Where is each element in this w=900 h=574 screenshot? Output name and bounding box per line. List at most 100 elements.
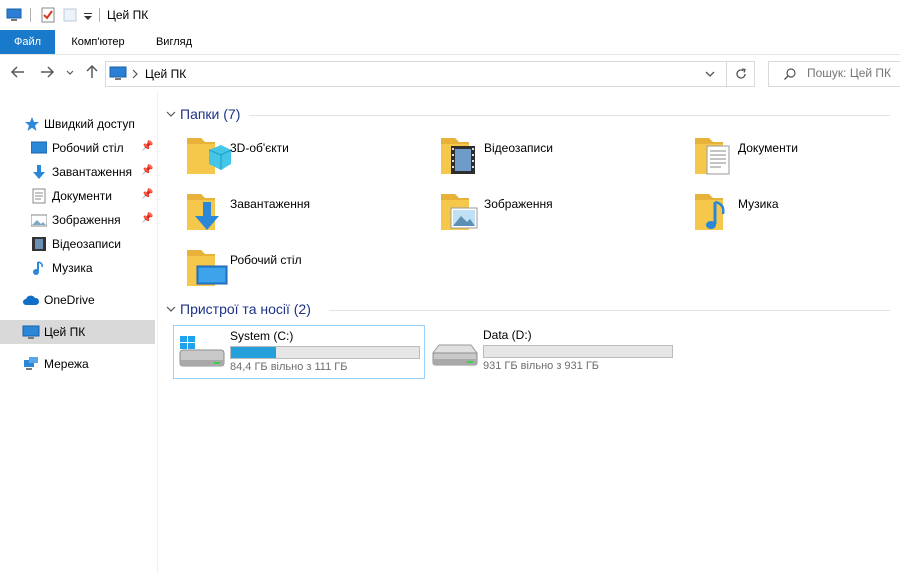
download-icon <box>33 165 45 179</box>
recent-locations-button[interactable] <box>63 64 77 82</box>
sidebar-item-label: Мережа <box>44 357 89 371</box>
sidebar-item-label: Цей ПК <box>44 325 86 339</box>
sidebar-item-label: OneDrive <box>44 293 95 307</box>
forward-button[interactable] <box>38 64 56 82</box>
search-icon <box>784 68 796 80</box>
usage-bar <box>483 345 673 358</box>
folder-desktop[interactable]: Робочий стіл <box>185 244 425 294</box>
folder-name: Робочий стіл <box>230 253 302 267</box>
refresh-button[interactable] <box>727 61 755 87</box>
pin-icon[interactable]: 📌 <box>141 141 153 152</box>
arrow-up-icon <box>86 64 98 78</box>
title-bar: Цей ПК <box>0 0 900 30</box>
folder-documents[interactable]: Документи <box>693 132 900 182</box>
usage-bar <box>230 346 420 359</box>
arrow-right-icon <box>41 66 55 78</box>
sidebar-item-pictures[interactable]: Зображення 📌 <box>0 208 155 232</box>
sidebar-item-music[interactable]: Музика <box>0 256 155 280</box>
downloads-folder-icon <box>187 194 219 230</box>
folder-name: Музика <box>738 197 779 211</box>
group-header-folders[interactable]: Папки (7) <box>165 106 890 126</box>
drive-free-space: 931 ГБ вільно з 931 ГБ <box>483 360 600 372</box>
video-icon <box>32 237 46 251</box>
drive-name: System (C:) <box>230 329 294 343</box>
sidebar-item-desktop[interactable]: Робочий стіл 📌 <box>0 136 155 160</box>
pin-icon[interactable]: 📌 <box>141 189 153 200</box>
sidebar-item-label: Швидкий доступ <box>44 117 135 131</box>
group-divider <box>249 115 890 116</box>
data-drive-icon <box>432 344 478 366</box>
document-icon <box>32 188 46 204</box>
back-button[interactable] <box>9 64 27 82</box>
cloud-icon <box>23 295 40 305</box>
music-icon <box>33 261 43 275</box>
chevron-down-icon <box>66 70 74 75</box>
sidebar-item-this-pc[interactable]: Цей ПК <box>0 320 155 344</box>
video-folder-icon <box>441 138 475 174</box>
address-path: Цей ПК <box>145 67 187 81</box>
tab-file[interactable]: Файл <box>0 30 55 54</box>
pin-icon[interactable]: 📌 <box>141 165 153 176</box>
drive-name: Data (D:) <box>483 328 532 342</box>
sidebar-item-videos[interactable]: Відеозаписи <box>0 232 155 256</box>
group-divider <box>329 310 890 311</box>
address-bar[interactable]: Цей ПК <box>105 61 727 87</box>
drive-free-space: 84,4 ГБ вільно з 111 ГБ <box>230 361 348 373</box>
folder-videos[interactable]: Відеозаписи <box>439 132 679 182</box>
sidebar-item-quick-access[interactable]: Швидкий доступ <box>0 112 155 136</box>
folder-name: Завантаження <box>230 197 310 211</box>
pin-icon[interactable]: 📌 <box>141 213 153 224</box>
documents-folder-icon <box>695 138 730 175</box>
star-icon <box>25 117 39 131</box>
folder-3d-objects[interactable]: 3D-об'єкти <box>185 132 425 182</box>
sidebar-item-network[interactable]: Мережа <box>0 352 155 376</box>
sidebar-item-label: Відеозаписи <box>52 237 121 251</box>
sidebar-item-label: Завантаження <box>52 165 132 179</box>
breadcrumb-separator-icon <box>132 69 138 79</box>
computer-icon[interactable] <box>6 7 22 23</box>
folder-name: 3D-об'єкти <box>230 141 289 155</box>
folder-name: Відеозаписи <box>484 141 553 155</box>
search-box[interactable] <box>768 61 900 87</box>
new-folder-icon[interactable] <box>62 7 78 23</box>
properties-icon[interactable] <box>40 7 56 23</box>
ribbon-tabs: Файл Комп'ютер Вигляд <box>0 30 900 55</box>
sidebar-item-downloads[interactable]: Завантаження 📌 <box>0 160 155 184</box>
chevron-down-icon <box>166 111 176 117</box>
sidebar-item-label: Робочий стіл <box>52 141 124 155</box>
tab-computer[interactable]: Комп'ютер <box>60 30 136 54</box>
drive-data-d[interactable]: Data (D:) 931 ГБ вільно з 931 ГБ <box>427 325 677 377</box>
system-drive-icon <box>179 336 225 367</box>
group-title: Пристрої та носії (2) <box>180 301 311 317</box>
window-title: Цей ПК <box>107 8 149 22</box>
folder-downloads[interactable]: Завантаження <box>185 188 425 238</box>
pictures-icon <box>31 214 47 227</box>
search-input[interactable] <box>807 65 900 81</box>
desktop-folder-icon <box>187 250 228 286</box>
folder-music[interactable]: Музика <box>693 188 900 238</box>
sidebar-item-onedrive[interactable]: OneDrive <box>0 288 155 312</box>
folder-name: Зображення <box>484 197 553 211</box>
sidebar-item-label: Музика <box>52 261 93 275</box>
group-header-devices[interactable]: Пристрої та носії (2) <box>165 301 890 321</box>
folder-pictures[interactable]: Зображення <box>439 188 679 238</box>
computer-icon <box>22 325 40 339</box>
desktop-icon <box>31 141 47 154</box>
sidebar-item-documents[interactable]: Документи 📌 <box>0 184 155 208</box>
folder-name: Документи <box>738 141 798 155</box>
arrow-left-icon <box>10 66 24 78</box>
tab-view[interactable]: Вигляд <box>145 30 203 54</box>
navigation-pane: Швидкий доступ Робочий стіл 📌 Завантажен… <box>0 92 158 574</box>
3d-objects-icon <box>187 138 232 174</box>
sidebar-item-label: Зображення <box>52 213 121 227</box>
customize-toolbar-icon[interactable] <box>82 7 94 23</box>
drive-system-c[interactable]: System (C:) 84,4 ГБ вільно з 111 ГБ <box>173 325 425 379</box>
refresh-icon <box>736 68 746 79</box>
up-button[interactable] <box>83 64 101 82</box>
usage-bar-fill <box>231 347 277 358</box>
sidebar-item-label: Документи <box>52 189 112 203</box>
chevron-down-icon <box>166 306 176 312</box>
pictures-folder-icon <box>441 194 478 230</box>
chevron-down-icon[interactable] <box>704 68 716 80</box>
network-icon <box>24 357 38 370</box>
